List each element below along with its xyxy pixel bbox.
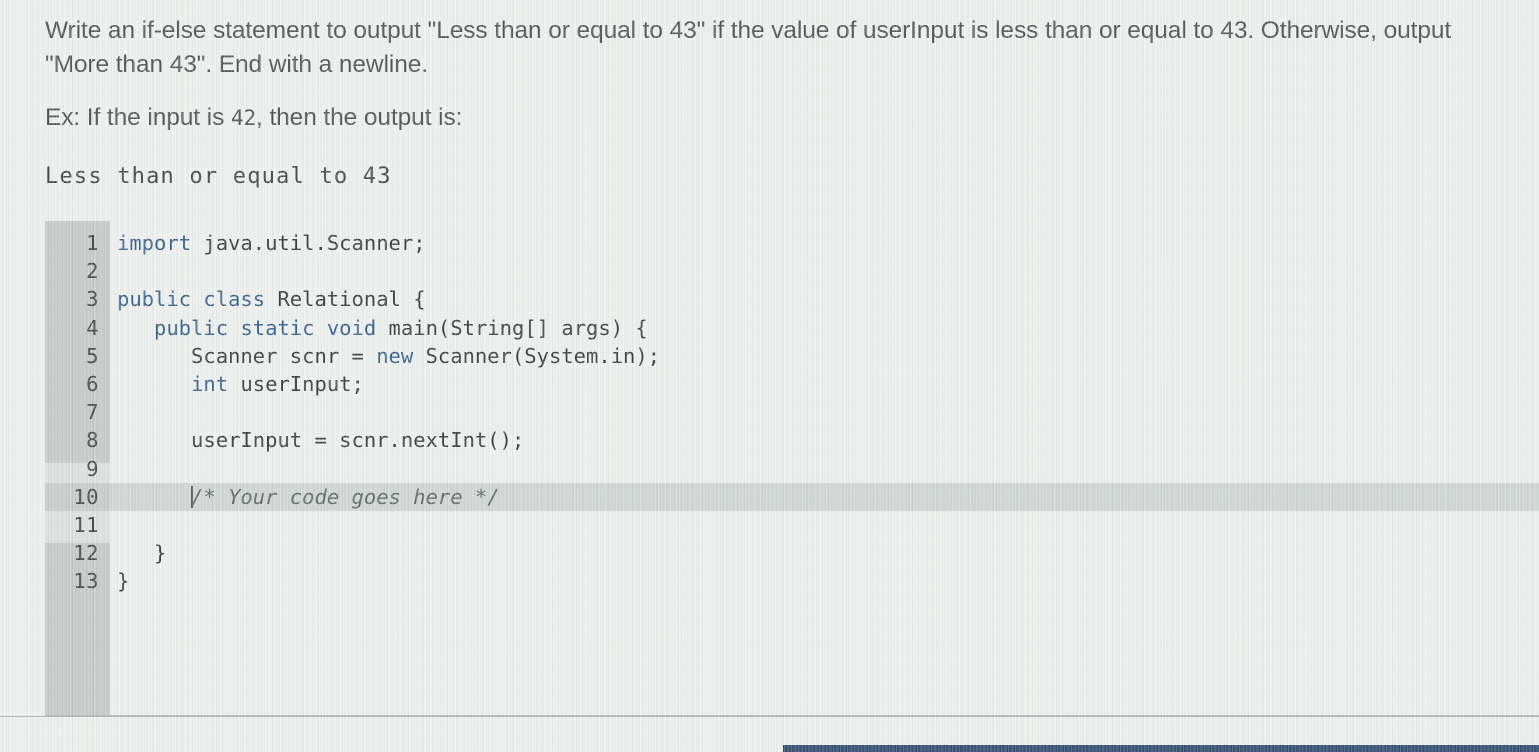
code-identifier	[228, 316, 240, 340]
code-comment: /* Your code goes here */	[191, 484, 500, 509]
line-number: 13	[73, 569, 99, 594]
code-identifier: }	[117, 569, 130, 594]
problem-statement: Write an if-else statement to output "Le…	[45, 14, 1495, 135]
code-keyword: import	[117, 231, 192, 255]
code-identifier: userInput;	[228, 371, 364, 396]
line-number: 5	[86, 343, 99, 368]
code-line-text[interactable]: Scanner scnr = new Scanner(System.in);	[105, 342, 660, 370]
code-line[interactable]: 3 public class Relational {	[45, 285, 1539, 313]
code-line[interactable]: 5 Scanner scnr = new Scanner(System.in);	[45, 342, 1539, 370]
line-number: 9	[86, 456, 99, 481]
example-input-value: 42	[230, 106, 257, 130]
bottom-accent-bar	[783, 745, 1539, 752]
line-number: 3	[86, 287, 99, 312]
prompt-paragraph-main: Write an if-else statement to output "Le…	[45, 17, 1452, 78]
code-line[interactable]: 7	[45, 398, 1539, 426]
sample-output-text: Less than or equal to 43	[45, 164, 392, 189]
code-identifier	[117, 316, 154, 340]
code-identifier: java.util.Scanner;	[191, 231, 426, 255]
code-keyword: public	[117, 287, 192, 312]
line-number: 6	[86, 371, 99, 396]
code-identifier: main(String[] args) {	[376, 315, 648, 340]
code-identifier: Scanner scnr =	[117, 343, 377, 368]
example-lead-text: Ex: If the input is	[45, 104, 231, 131]
code-line[interactable]: 12 }	[45, 539, 1539, 567]
code-line-list[interactable]: 1 import java.util.Scanner; 2 3 public class…	[45, 229, 1539, 595]
code-keyword: public	[154, 315, 229, 340]
code-identifier	[315, 316, 327, 340]
code-line-text[interactable]: /* Your code goes here */	[105, 483, 500, 511]
content-divider	[0, 716, 1539, 717]
code-line-text[interactable]: }	[105, 539, 166, 567]
code-line[interactable]: 9	[45, 455, 1539, 483]
code-keyword: new	[376, 343, 414, 368]
code-identifier: userInput = scnr.nextInt();	[117, 428, 525, 453]
code-line-text[interactable]: }	[105, 567, 129, 595]
code-identifier	[117, 485, 191, 509]
code-line[interactable]: 13}	[45, 567, 1539, 595]
code-keyword: class	[203, 287, 266, 312]
code-line-text[interactable]: public static void main(String[] args) {	[105, 314, 648, 342]
code-keyword: int	[191, 371, 229, 396]
code-line[interactable]: 11	[45, 511, 1539, 539]
code-identifier: }	[117, 541, 167, 566]
code-editor[interactable]: 1 import java.util.Scanner; 2 3 public class…	[45, 221, 1539, 716]
code-line[interactable]: 2	[45, 257, 1539, 285]
code-line-text[interactable]: public class Relational {	[105, 285, 426, 313]
code-line[interactable]: 6 int userInput;	[45, 370, 1539, 398]
code-line[interactable]: 4 public static void main(String[] args)…	[45, 314, 1539, 342]
code-identifier: Scanner(System.in);	[413, 343, 661, 368]
example-tail-text: , then the output is:	[256, 104, 463, 131]
line-number: 12	[73, 541, 99, 566]
line-number: 2	[86, 259, 99, 284]
code-identifier	[191, 287, 203, 311]
code-line-text[interactable]: userInput = scnr.nextInt();	[105, 426, 524, 454]
code-identifier: Relational {	[265, 287, 426, 312]
line-number: 11	[73, 512, 99, 537]
line-number: 10	[73, 484, 99, 509]
code-line-text[interactable]: import java.util.Scanner;	[105, 229, 426, 257]
code-line[interactable]: 1 import java.util.Scanner;	[45, 229, 1539, 257]
code-line-text[interactable]: int userInput;	[105, 370, 364, 398]
code-line[interactable]: 8 userInput = scnr.nextInt();	[45, 426, 1539, 454]
line-number: 1	[86, 231, 99, 255]
line-number: 7	[86, 400, 99, 425]
line-number: 8	[86, 428, 99, 453]
line-number: 4	[86, 315, 99, 340]
code-line[interactable]: 10 /* Your code goes here */	[45, 482, 1539, 511]
code-keyword: void	[326, 315, 377, 340]
code-keyword: static	[240, 315, 315, 340]
code-identifier	[117, 372, 191, 396]
prompt-example-line: Ex: If the input is 42, then the output …	[45, 101, 1495, 135]
